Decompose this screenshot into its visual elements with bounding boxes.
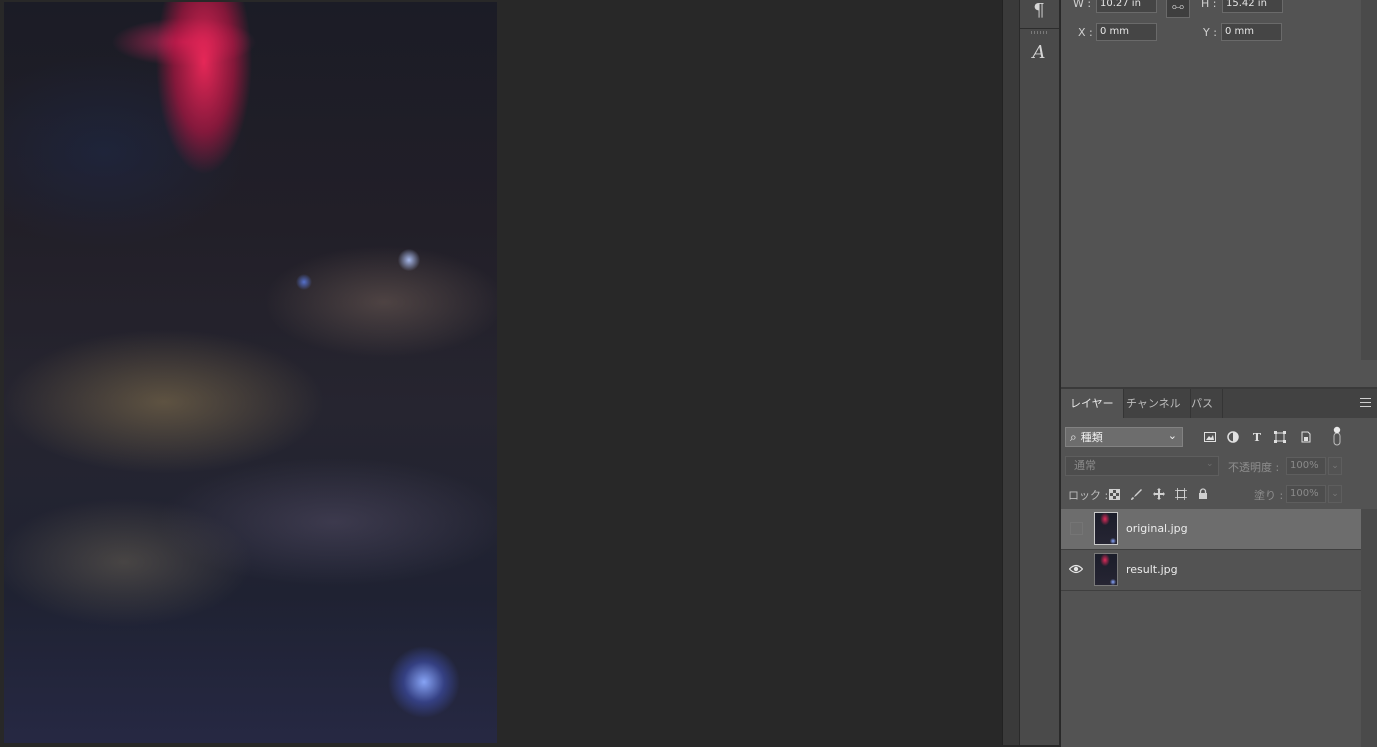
image-icon[interactable] [1202, 428, 1218, 446]
panel-menu-icon[interactable] [1360, 398, 1371, 407]
fill-label: 塗り : [1254, 489, 1284, 502]
layer-name: original.jpg [1126, 522, 1188, 535]
lock-image-pixels-icon[interactable] [1128, 486, 1144, 502]
type-icon[interactable]: T [1249, 428, 1265, 446]
layer-thumbnail [1094, 512, 1118, 545]
lock-all-icon[interactable] [1195, 486, 1211, 502]
link-icon: ⧟ [1171, 0, 1184, 13]
chevron-down-icon: ⌄ [1206, 459, 1214, 469]
layers-panel-tabs: レイヤー チャンネル パス [1061, 389, 1377, 418]
lock-artboard-icon[interactable] [1173, 486, 1189, 502]
link-dimensions-button[interactable]: ⧟ [1166, 0, 1190, 18]
layers-scrollbar[interactable] [1361, 509, 1377, 747]
filter-toggle[interactable] [1333, 426, 1341, 446]
divider [1020, 28, 1059, 29]
canvas-scrollbar[interactable] [1002, 0, 1019, 745]
layer-row-result[interactable]: result.jpg [1061, 550, 1361, 591]
fill-dropdown[interactable]: ⌄ [1328, 485, 1342, 503]
shape-icon[interactable] [1272, 428, 1288, 446]
adjustment-icon[interactable] [1225, 428, 1241, 446]
width-field[interactable]: 10.27 in [1096, 0, 1157, 13]
properties-panel [1061, 0, 1377, 387]
lock-transparent-pixels-icon[interactable] [1106, 486, 1122, 502]
search-icon: ⌕ [1070, 429, 1077, 444]
lock-label: ロック : [1068, 489, 1109, 502]
character-panel-button[interactable]: A [1022, 36, 1056, 68]
height-label: H : [1201, 0, 1217, 10]
lock-position-icon[interactable] [1151, 486, 1167, 502]
layer-row-original[interactable]: original.jpg [1061, 509, 1361, 550]
x-field[interactable]: 0 mm [1096, 23, 1157, 41]
panel-icon-strip: ¶ A [1019, 0, 1060, 745]
smart-object-icon[interactable] [1298, 428, 1314, 446]
grip-handle[interactable] [1031, 31, 1049, 34]
filter-kind-label: 種類 [1080, 431, 1103, 444]
chevron-down-icon: ⌄ [1167, 429, 1177, 442]
y-label: Y : [1203, 26, 1217, 39]
tab-layers[interactable]: レイヤー [1061, 389, 1124, 418]
tab-channels[interactable]: チャンネル [1117, 389, 1191, 418]
visibility-toggle-hidden[interactable] [1070, 522, 1083, 535]
tab-paths[interactable]: パス [1182, 389, 1223, 418]
opacity-label: 不透明度 : [1228, 461, 1280, 474]
properties-scrollbar[interactable] [1361, 0, 1377, 360]
paragraph-icon: ¶ [1033, 0, 1045, 21]
eye-icon[interactable] [1068, 562, 1084, 576]
layer-name: result.jpg [1126, 563, 1178, 576]
paragraph-panel-button[interactable]: ¶ [1022, 0, 1056, 26]
y-field[interactable]: 0 mm [1221, 23, 1282, 41]
layer-thumbnail [1094, 553, 1118, 586]
x-label: X : [1078, 26, 1093, 39]
canvas-area[interactable] [0, 0, 1002, 745]
fill-field[interactable]: 100% [1286, 485, 1326, 503]
document-image-nebula[interactable] [4, 2, 497, 743]
layers-panel: レイヤー チャンネル パス ⌕ 種類 ⌄ T 通常 ⌄ 不透明度 : 100% … [1061, 387, 1377, 747]
blend-mode-select[interactable]: 通常 [1065, 456, 1219, 476]
width-label: W : [1073, 0, 1092, 10]
character-icon: A [1032, 41, 1046, 63]
opacity-field[interactable]: 100% [1286, 457, 1326, 475]
height-field[interactable]: 15.42 in [1222, 0, 1283, 13]
opacity-dropdown[interactable]: ⌄ [1328, 457, 1342, 475]
layer-filter-select[interactable]: ⌕ 種類 ⌄ [1065, 427, 1183, 447]
